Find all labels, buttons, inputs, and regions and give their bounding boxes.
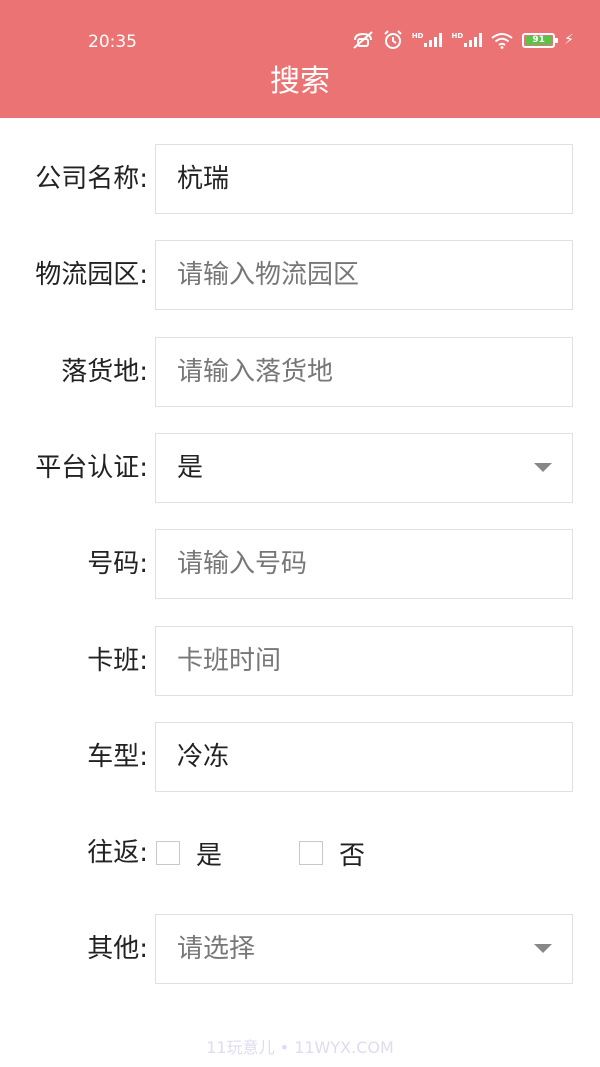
watermark: 11玩意儿 • 11WYX.COM — [206, 1038, 394, 1057]
other-select[interactable]: 请选择 — [155, 914, 573, 984]
other-placeholder: 请选择 — [177, 934, 256, 964]
destination-label: 落货地: — [61, 357, 148, 387]
park-row: 物流园区: 请输入物流园区 — [0, 240, 600, 310]
page-title: 搜索 — [270, 64, 330, 99]
number-label: 号码: — [87, 549, 148, 579]
other-row: 其他: 请选择 — [0, 914, 600, 984]
company-input[interactable]: 杭瑞 — [155, 144, 573, 214]
alarm-icon — [384, 30, 402, 49]
number-row: 号码: 请输入号码 — [0, 529, 600, 599]
chevron-down-icon — [534, 944, 552, 953]
battery-icon: 91 — [522, 32, 559, 48]
vehicle-label: 车型: — [87, 742, 148, 772]
battery-level: 91 — [532, 34, 545, 45]
chevron-down-icon — [534, 463, 552, 472]
schedule-input[interactable]: 卡班时间 — [155, 626, 573, 696]
wifi-icon — [491, 32, 513, 49]
schedule-label: 卡班: — [87, 646, 148, 676]
certification-value: 是 — [177, 453, 204, 483]
park-label: 物流园区: — [35, 260, 148, 290]
status-time: 20:35 — [88, 32, 137, 52]
hd-signal-icon: HD — [451, 32, 483, 47]
other-label: 其他: — [87, 934, 148, 964]
hd-label: HD — [451, 32, 464, 40]
hd-label: HD — [411, 32, 424, 40]
certification-row: 平台认证: 是 — [0, 433, 600, 503]
schedule-row: 卡班: 卡班时间 — [0, 626, 600, 696]
company-row: 公司名称: 杭瑞 — [0, 144, 600, 214]
hd-signal-icon: HD — [412, 33, 443, 47]
number-input[interactable]: 请输入号码 — [155, 529, 573, 599]
round-trip-row: 往返: 是 否 — [0, 818, 600, 888]
certification-select[interactable]: 是 — [155, 433, 573, 503]
destination-row: 落货地: 请输入落货地 — [0, 337, 600, 407]
company-label: 公司名称: — [35, 164, 148, 194]
vehicle-value: 冷冻 — [177, 742, 230, 772]
round-trip-label: 往返: — [87, 838, 148, 868]
park-input[interactable]: 请输入物流园区 — [155, 240, 573, 310]
destination-placeholder: 请输入落货地 — [177, 357, 334, 387]
charging-icon: ⚡ — [564, 32, 574, 48]
round-trip-no-label: 否 — [339, 840, 366, 871]
round-trip-yes-option[interactable]: 是 — [156, 818, 222, 888]
app-header: 20:35 HD HD 91 ⚡ 搜索 — [0, 0, 600, 118]
round-trip-yes-checkbox[interactable] — [156, 841, 180, 865]
destination-input[interactable]: 请输入落货地 — [155, 337, 573, 407]
park-placeholder: 请输入物流园区 — [177, 260, 360, 290]
status-icons: HD HD 91 ⚡ — [352, 30, 574, 50]
vehicle-input[interactable]: 冷冻 — [155, 722, 573, 792]
vehicle-row: 车型: 冷冻 — [0, 722, 600, 792]
schedule-placeholder: 卡班时间 — [177, 646, 282, 676]
round-trip-yes-label: 是 — [196, 840, 223, 871]
number-placeholder: 请输入号码 — [177, 549, 308, 579]
round-trip-no-option[interactable]: 否 — [299, 818, 365, 888]
round-trip-no-checkbox[interactable] — [299, 841, 323, 865]
mute-icon — [353, 31, 373, 49]
certification-label: 平台认证: — [35, 453, 148, 483]
company-value: 杭瑞 — [177, 164, 230, 194]
